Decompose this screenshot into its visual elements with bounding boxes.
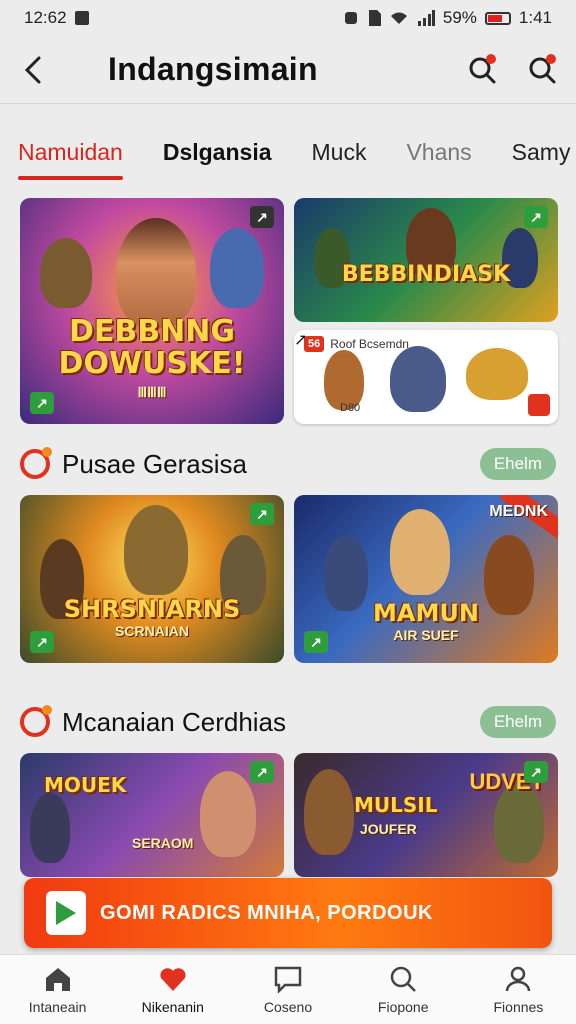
- play-badge-icon: ↗: [250, 503, 274, 525]
- expand-icon: ↗: [250, 206, 274, 228]
- battery-icon: [484, 11, 511, 25]
- tab-vhans[interactable]: Vhans: [406, 124, 471, 180]
- game-subtitle: SERAOM: [132, 835, 194, 851]
- warrior-character: [124, 505, 188, 595]
- play-icon: [46, 891, 86, 935]
- notification-dot: [546, 53, 556, 64]
- game-title: MAMUN: [373, 599, 479, 627]
- hero-character: [390, 509, 450, 595]
- section-action-button[interactable]: Ehelm: [479, 706, 556, 738]
- category-tabs: Namuidan Dslgansia Muck Vhans Samy: [0, 120, 576, 184]
- nav-item-chat[interactable]: Coseno: [230, 955, 345, 1024]
- play-badge-icon: ↗: [250, 761, 274, 783]
- nfc-icon: [344, 12, 357, 24]
- game-subtitle: JOUFER: [360, 821, 417, 837]
- notification-dot: [486, 53, 496, 64]
- app-bar: Indangsimain: [0, 36, 576, 104]
- game-subtitle: SCRNAIAN: [115, 623, 189, 639]
- game-card[interactable]: MOUEK SERAOM ↗: [20, 753, 284, 877]
- nav-label: Nikenanin: [141, 998, 204, 1015]
- play-cta-banner[interactable]: GOMI RADICS MNIHA, PORDOUK: [24, 878, 552, 948]
- tab-dslgansia[interactable]: Dslgansia: [163, 124, 272, 180]
- play-badge-icon: ↗: [304, 631, 328, 653]
- action-icon: [528, 394, 550, 416]
- nav-item-profile[interactable]: Fionnes: [461, 955, 576, 1024]
- dragon-character: [466, 348, 528, 400]
- featured-game-card[interactable]: DEBBNNG DOWUSKE! ⅢⅢⅢ ↗ ↗: [20, 198, 284, 424]
- section-icon: [20, 705, 52, 737]
- game-title: MOUEK: [44, 773, 127, 797]
- hero-character: [116, 218, 196, 328]
- game-title: SHRSNIARNS: [63, 595, 241, 623]
- nav-item-search[interactable]: Fiopone: [346, 955, 461, 1024]
- game-code-badge: 56: [304, 336, 325, 352]
- game-title: MULSIL: [354, 793, 438, 817]
- cta-label: GOMI RADICS MNIHA, PORDOUK: [100, 901, 433, 924]
- search-button[interactable]: [464, 52, 500, 88]
- nav-label: Fionnes: [493, 998, 544, 1015]
- nav-label: Fiopone: [377, 998, 429, 1015]
- winged-character: [390, 346, 446, 412]
- game-card-top-right[interactable]: BEBBINDIASK ↗: [294, 198, 558, 322]
- play-badge-icon: ↗: [30, 392, 54, 414]
- profile-icon: [506, 966, 531, 991]
- play-badge-icon: ↗: [524, 206, 548, 228]
- game-subtitle: AIR SUEF: [393, 627, 459, 643]
- back-arrow-icon: [24, 56, 41, 83]
- tab-namuidan[interactable]: Namuidan: [18, 124, 123, 180]
- battery-percent: 59%: [442, 8, 477, 27]
- corner-title: MEDNK: [489, 503, 548, 520]
- section-title: Mcanaian Cerdhias: [62, 706, 287, 737]
- signal-icon: [417, 10, 435, 26]
- bottom-nav: Intaneain Nikenanin Coseno Fiopone Fionn…: [0, 954, 576, 1024]
- game-title: BEBBINDIASK: [341, 262, 511, 287]
- side-character: [210, 228, 264, 308]
- game-heading: Roof Bcsemdn: [330, 337, 409, 351]
- game-card[interactable]: SHRSNIARNS SCRNAIAN ↗ ↗: [20, 495, 284, 663]
- back-button[interactable]: [16, 52, 52, 88]
- game-card-bottom-right[interactable]: 56 Roof Bcsemdn D80 ↗: [294, 330, 558, 424]
- section-header: Mcanaian Cerdhias Ehelm: [20, 702, 556, 742]
- heart-icon: [160, 967, 186, 991]
- page-title: Indangsimain: [108, 51, 318, 87]
- play-badge-icon: ↗: [30, 631, 54, 653]
- status-time: 12:62: [24, 8, 67, 27]
- game-card[interactable]: MEDNK MAMUN AIR SUEF ↗: [294, 495, 558, 663]
- nav-label: Coseno: [263, 998, 313, 1015]
- game-card[interactable]: UDVET MULSIL JOUFER ↗: [294, 753, 558, 877]
- side-character: [30, 793, 70, 863]
- game-footer-text: D80: [340, 402, 361, 414]
- nav-label: Intaneain: [28, 998, 87, 1015]
- section-icon: [20, 447, 52, 479]
- section-title: Pusae Gerasisa: [62, 448, 247, 479]
- featured-game-title: DEBBNNG DOWUSKE!: [58, 314, 246, 381]
- status-bar: 12:62 59% 1:41: [0, 0, 576, 36]
- nav-item-favorites[interactable]: Nikenanin: [115, 955, 230, 1024]
- notification-icon: [74, 11, 89, 25]
- nav-item-home[interactable]: Intaneain: [0, 955, 115, 1024]
- section-header: Pusae Gerasisa Ehelm: [20, 444, 556, 484]
- tab-muck[interactable]: Muck: [312, 124, 367, 180]
- play-badge-icon: ↗: [524, 761, 548, 783]
- side-character: [40, 238, 92, 308]
- filter-search-button[interactable]: [524, 52, 560, 88]
- warrior-character: [324, 350, 364, 410]
- section-action-button[interactable]: Ehelm: [479, 448, 556, 480]
- tab-samy[interactable]: Samy: [512, 124, 571, 180]
- sim-icon: [368, 10, 381, 26]
- chat-icon: [274, 966, 302, 993]
- search-icon: [390, 966, 417, 992]
- status-clock: 1:41: [518, 8, 552, 27]
- home-icon: [45, 967, 70, 991]
- wifi-icon: [390, 12, 407, 24]
- featured-game-subtitle: ⅢⅢⅢ: [137, 384, 167, 400]
